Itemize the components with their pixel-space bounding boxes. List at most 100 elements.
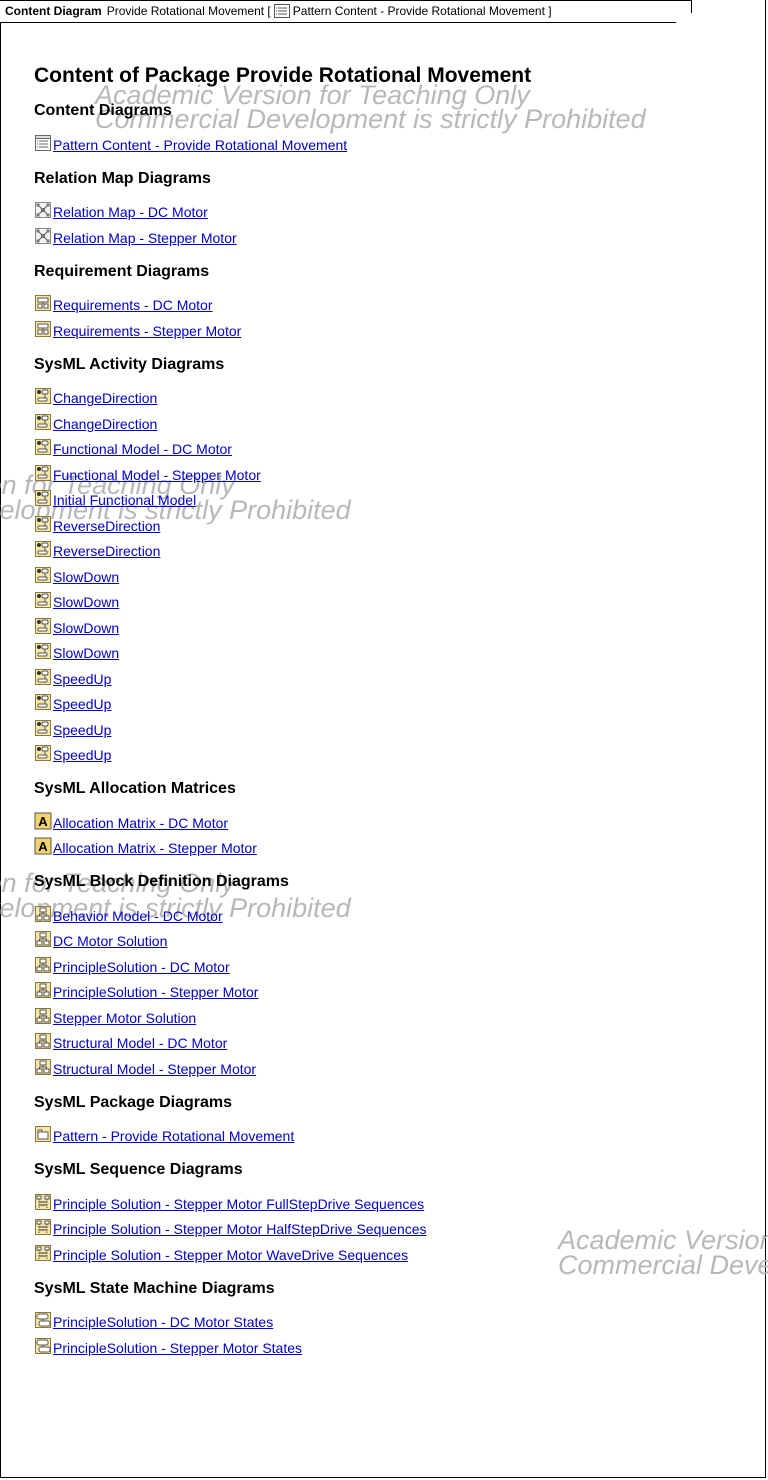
list-item: Stepper Motor Solution [34,1005,768,1031]
diagram-link[interactable]: Principle Solution - Stepper Motor WaveD… [53,1247,408,1263]
block-definition-icon [35,1033,51,1050]
activity-diagram-icon [35,515,51,532]
diagram-link[interactable]: Behavior Model - DC Motor [53,908,223,924]
list-item: PrincipleSolution - Stepper Motor [34,980,768,1006]
diagram-link[interactable]: PrincipleSolution - Stepper Motor States [53,1340,302,1356]
item-list: PrincipleSolution - DC Motor States Princ… [34,1310,768,1361]
diagram-link[interactable]: ReverseDirection [53,518,160,534]
diagram-link[interactable]: Requirements - Stepper Motor [53,323,241,339]
diagram-link[interactable]: Structural Model - DC Motor [53,1035,227,1051]
diagram-link[interactable]: Structural Model - Stepper Motor [53,1061,256,1077]
diagram-link[interactable]: PrincipleSolution - DC Motor States [53,1314,273,1330]
diagram-link[interactable]: PrincipleSolution - Stepper Motor [53,984,258,1000]
diagram-link[interactable]: ChangeDirection [53,390,157,406]
item-list: Pattern Content - Provide Rotational Mov… [34,132,768,158]
diagram-link[interactable]: Principle Solution - Stepper Motor FullS… [53,1196,424,1212]
item-list: Relation Map - DC Motor Relation Map - St… [34,200,768,251]
diagram-link[interactable]: Relation Map - DC Motor [53,204,208,220]
list-item: Behavior Model - DC Motor [34,903,768,929]
section-title: SysML Package Diagrams [34,1093,233,1111]
section: Content Diagrams Pattern Content - Provid… [34,100,768,158]
list-item: ReverseDirection [34,513,768,539]
list-item: Pattern Content - Provide Rotational Mov… [34,132,768,158]
diagram-link[interactable]: SlowDown [53,620,119,636]
diagram-link[interactable]: SlowDown [53,569,119,585]
block-definition-icon [35,1007,51,1024]
section-title: SysML Activity Diagrams [34,355,225,373]
diagram-link[interactable]: SlowDown [53,594,119,610]
sequence-diagram-icon [35,1244,51,1261]
diagram-link[interactable]: SpeedUp [53,671,111,687]
content-diagram-icon [273,4,290,18]
list-item: Relation Map - DC Motor [34,200,768,226]
diagram-link[interactable]: ReverseDirection [53,543,160,559]
diagram-link[interactable]: DC Motor Solution [53,933,167,949]
section: Requirement Diagrams Requirements - DC Mo… [34,261,768,344]
relation-map-icon [35,202,51,219]
diagram-reference: Pattern Content - Provide Rotational Mov… [292,4,552,18]
list-item: SlowDown [34,641,768,667]
activity-diagram-icon [35,388,51,405]
diagram-link[interactable]: Pattern Content - Provide Rotational Mov… [53,137,347,153]
list-item: Functional Model - DC Motor [34,437,768,463]
list-item: Initial Functional Model [34,488,768,514]
diagram-link[interactable]: ChangeDirection [53,416,157,432]
item-list: ChangeDirection ChangeDirection Functional… [34,386,768,769]
list-item: DC Motor Solution [34,929,768,955]
sections-list: Content Diagrams Pattern Content - Provid… [34,100,768,1361]
diagram-type-label: Content Diagram [5,4,102,18]
section: SysML Block Definition Diagrams Behavior … [34,871,768,1082]
list-item: Principle Solution - Stepper Motor FullS… [34,1191,768,1217]
list-item: PrincipleSolution - Stepper Motor States [34,1335,768,1361]
diagram-link[interactable]: Requirements - DC Motor [53,297,213,313]
list-item: Relation Map - Stepper Motor [34,225,768,251]
activity-diagram-icon [35,592,51,609]
list-item: Requirements - DC Motor [34,293,768,319]
section: SysML Allocation Matrices A Allocation Mat… [34,778,768,861]
diagram-tab: Content Diagram Provide Rotational Moveme… [0,0,692,23]
diagram-link[interactable]: SlowDown [53,645,119,661]
list-item: Structural Model - DC Motor [34,1031,768,1057]
section-title: SysML Allocation Matrices [34,780,236,797]
requirement-diagram-icon [35,320,51,337]
section-title: Content Diagrams [34,102,172,119]
diagram-link[interactable]: SpeedUp [53,747,111,763]
activity-diagram-icon [35,439,51,456]
diagram-link[interactable]: Relation Map - Stepper Motor [53,230,237,246]
block-definition-icon [35,931,51,948]
content-area: Content of Package Provide Rotational Mo… [34,62,768,1371]
content-diagram-icon [35,134,51,151]
diagram-link[interactable]: Initial Functional Model [53,492,196,508]
diagram-link[interactable]: Functional Model - DC Motor [53,441,232,457]
list-item: PrincipleSolution - DC Motor [34,954,768,980]
list-item: SpeedUp [34,743,768,769]
diagram-link[interactable]: Allocation Matrix - DC Motor [53,815,228,831]
activity-diagram-icon [35,464,51,481]
state-machine-icon [35,1337,51,1354]
list-item: ChangeDirection [34,386,768,412]
diagram-link[interactable]: Stepper Motor Solution [53,1010,196,1026]
list-item: SpeedUp [34,717,768,743]
item-list: A Allocation Matrix - DC Motor A Allocation… [34,810,768,861]
diagram-link[interactable]: SpeedUp [53,696,111,712]
activity-diagram-icon [35,719,51,736]
item-list: Requirements - DC Motor Requirements - St… [34,293,768,344]
activity-diagram-icon [35,694,51,711]
list-item: PrincipleSolution - DC Motor States [34,1310,768,1336]
section-title: SysML Sequence Diagrams [34,1161,243,1178]
block-definition-icon [35,956,51,973]
diagram-link[interactable]: Functional Model - Stepper Motor [53,467,261,483]
section: SysML Package Diagrams Pattern - Provide … [34,1092,768,1150]
diagram-link[interactable]: Allocation Matrix - Stepper Motor [53,840,257,856]
state-machine-icon [35,1312,51,1329]
svg-text:A: A [38,839,48,854]
diagram-link[interactable]: SpeedUp [53,722,111,738]
diagram-link[interactable]: Principle Solution - Stepper Motor HalfS… [53,1221,427,1237]
sequence-diagram-icon [35,1193,51,1210]
section: SysML State Machine Diagrams PrincipleSol… [34,1278,768,1361]
section: SysML Sequence Diagrams Principle Solutio… [34,1159,768,1268]
requirement-diagram-icon [35,295,51,312]
activity-diagram-icon [35,490,51,507]
diagram-link[interactable]: PrincipleSolution - DC Motor [53,959,230,975]
diagram-link[interactable]: Pattern - Provide Rotational Movement [53,1128,294,1144]
